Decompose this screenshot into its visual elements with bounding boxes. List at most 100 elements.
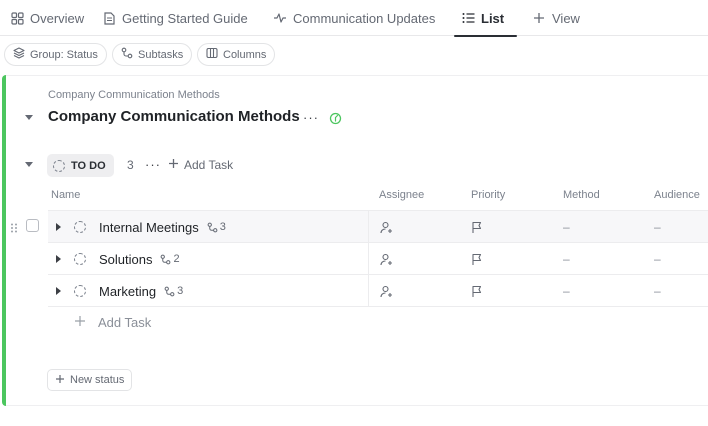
subtask-count[interactable]: 3 xyxy=(164,285,183,297)
priority-flag-icon xyxy=(472,221,482,233)
collapse-group-caret-icon[interactable] xyxy=(25,162,33,167)
add-assignee-icon xyxy=(380,253,392,265)
add-task-row-button[interactable]: Add Task xyxy=(74,315,151,330)
plus-icon xyxy=(168,158,179,172)
divider xyxy=(368,211,369,243)
activity-icon xyxy=(273,11,287,25)
subtask-count-value: 3 xyxy=(177,285,184,297)
add-assignee-icon xyxy=(380,285,392,297)
subtask-icon xyxy=(207,222,218,232)
tab-list[interactable]: List xyxy=(453,0,518,37)
breadcrumb[interactable]: Company Communication Methods xyxy=(48,89,220,101)
collapse-list-caret-icon[interactable] xyxy=(25,115,33,120)
new-status-button[interactable]: New status xyxy=(47,369,133,391)
column-header-audience[interactable]: Audience xyxy=(654,189,700,201)
audience-cell[interactable]: – xyxy=(654,275,661,307)
subtask-icon xyxy=(161,254,171,264)
assignee-cell[interactable] xyxy=(380,211,393,243)
subtask-count-value: 3 xyxy=(219,221,226,233)
column-header-method[interactable]: Method xyxy=(563,189,600,201)
priority-cell[interactable] xyxy=(471,211,483,243)
new-status-label: New status xyxy=(70,374,125,386)
priority-cell[interactable] xyxy=(471,243,483,275)
subtasks-button[interactable]: Subtasks xyxy=(112,43,193,66)
subtask-count-value: 2 xyxy=(173,253,180,265)
task-status-icon[interactable] xyxy=(74,285,86,297)
divider xyxy=(6,405,708,406)
task-status-icon[interactable] xyxy=(74,221,86,233)
table-row[interactable]: Solutions 2 – – xyxy=(48,243,708,275)
audience-cell[interactable]: – xyxy=(654,211,661,243)
column-header-name[interactable]: Name xyxy=(51,189,80,201)
add-task-label: Add Task xyxy=(98,315,152,330)
list-color-accent xyxy=(2,75,6,406)
divider xyxy=(368,243,369,275)
assignee-cell[interactable] xyxy=(380,243,393,275)
tab-label: Getting Started Guide xyxy=(122,10,248,26)
method-value: – xyxy=(563,284,570,298)
method-cell[interactable]: – xyxy=(563,211,570,243)
tab-overview[interactable]: Overview xyxy=(10,0,84,36)
expand-subtasks-icon[interactable] xyxy=(56,223,61,231)
subtask-count[interactable]: 2 xyxy=(160,253,180,265)
method-cell[interactable]: – xyxy=(563,243,570,275)
group-by-status-button[interactable]: Group: Status xyxy=(4,43,107,66)
subtask-count[interactable]: 3 xyxy=(207,221,226,233)
table-row[interactable]: Internal Meetings 3 – – xyxy=(48,211,708,243)
todo-status-icon xyxy=(53,159,65,172)
list-more-options-icon[interactable]: ··· xyxy=(303,110,319,125)
tab-label: Communication Updates xyxy=(293,10,436,26)
plus-icon xyxy=(74,315,86,330)
tab-label: View xyxy=(552,10,580,26)
subtask-icon xyxy=(164,286,175,296)
add-task-header-button[interactable]: Add Task xyxy=(168,158,233,172)
task-name[interactable]: Solutions xyxy=(99,252,152,267)
status-group-pill[interactable]: TO DO xyxy=(47,154,114,177)
add-task-label: Add Task xyxy=(184,158,234,172)
document-icon xyxy=(102,11,116,25)
table-row[interactable]: Marketing 3 – – xyxy=(48,275,708,307)
layers-icon xyxy=(13,47,25,62)
subtasks-label: Subtasks xyxy=(138,48,184,61)
priority-flag-icon xyxy=(472,285,482,297)
audience-cell[interactable]: – xyxy=(654,243,661,275)
audience-value: – xyxy=(654,284,661,298)
column-header-priority[interactable]: Priority xyxy=(471,189,505,201)
add-assignee-icon xyxy=(380,221,392,233)
status-task-count: 3 xyxy=(127,158,134,172)
columns-label: Columns xyxy=(223,48,267,61)
add-view-button[interactable]: View xyxy=(532,0,580,36)
task-name[interactable]: Marketing xyxy=(99,284,156,299)
task-status-icon[interactable] xyxy=(74,253,86,265)
priority-flag-icon xyxy=(472,253,482,265)
audience-value: – xyxy=(654,252,661,266)
method-value: – xyxy=(563,252,570,266)
view-tab-bar: Overview Getting Started Guide Communica… xyxy=(0,0,708,37)
grid-icon xyxy=(10,11,24,25)
tab-label: Overview xyxy=(30,10,85,26)
divider xyxy=(368,275,369,307)
method-cell[interactable]: – xyxy=(563,275,570,307)
tab-getting-started-guide[interactable]: Getting Started Guide xyxy=(102,0,248,36)
plus-icon xyxy=(55,374,65,387)
group-more-options-icon[interactable]: ··· xyxy=(145,157,161,172)
column-header-assignee[interactable]: Assignee xyxy=(379,189,424,201)
task-name[interactable]: Internal Meetings xyxy=(99,220,199,235)
status-name: TO DO xyxy=(71,159,106,172)
columns-icon xyxy=(206,47,218,62)
method-value: – xyxy=(563,220,570,234)
leaf-icon[interactable] xyxy=(329,111,342,128)
expand-subtasks-icon[interactable] xyxy=(56,287,61,295)
assignee-cell[interactable] xyxy=(380,275,393,307)
subtask-icon xyxy=(121,47,133,62)
audience-value: – xyxy=(654,220,661,234)
priority-cell[interactable] xyxy=(471,275,483,307)
drag-handle-icon[interactable] xyxy=(10,221,18,233)
list-title: Company Communication Methods xyxy=(48,108,300,125)
columns-button[interactable]: Columns xyxy=(197,43,276,66)
tab-communication-updates[interactable]: Communication Updates xyxy=(273,0,435,36)
tab-label: List xyxy=(481,10,505,26)
expand-subtasks-icon[interactable] xyxy=(56,255,61,263)
divider xyxy=(6,75,708,76)
row-select-checkbox[interactable] xyxy=(26,219,39,232)
